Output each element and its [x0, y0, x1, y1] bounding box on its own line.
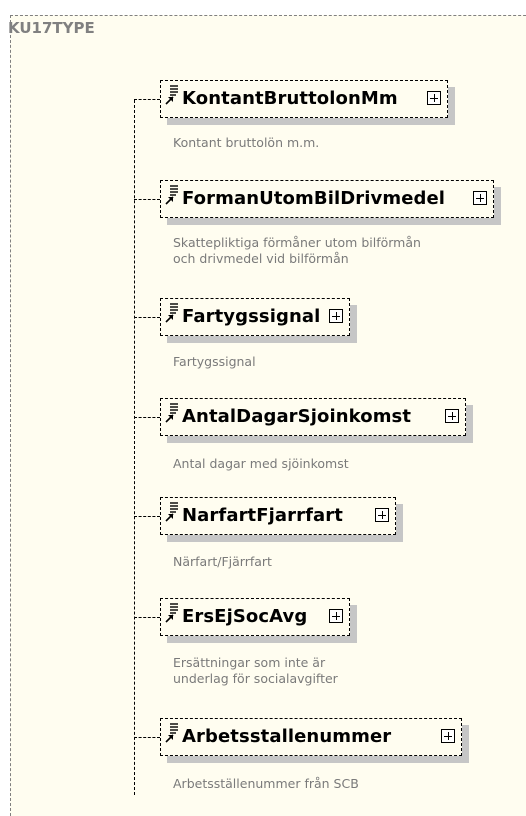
- expand-icon[interactable]: [427, 91, 441, 105]
- element-name: Fartygssignal: [182, 306, 321, 327]
- description-line: och drivmedel vid bilförmån: [173, 251, 349, 266]
- connector-branch: [134, 516, 160, 517]
- element-name: ErsEjSocAvg: [182, 606, 308, 627]
- element-annotation-icon: [164, 84, 182, 110]
- element-name: FormanUtomBilDrivmedel: [182, 188, 446, 209]
- element-description: Ersättningar som inte är underlag för soc…: [173, 655, 338, 687]
- expand-icon[interactable]: [445, 409, 459, 423]
- element-description: Antal dagar med sjöinkomst: [173, 456, 349, 472]
- description-line: Kontant bruttolön m.m.: [173, 135, 320, 150]
- expand-icon[interactable]: [329, 309, 343, 323]
- element-description: Kontant bruttolön m.m.: [173, 135, 319, 151]
- connector-branch: [134, 99, 160, 100]
- connector-branch: [134, 417, 160, 418]
- element-annotation-icon: [164, 302, 182, 328]
- connector-branch: [134, 737, 160, 738]
- sequence-connector: [134, 100, 135, 795]
- element-annotation-icon: [164, 722, 182, 748]
- element-annotation-icon: [164, 402, 182, 428]
- element-annotation-icon: [164, 184, 182, 210]
- element-annotation-icon: [164, 602, 182, 628]
- expand-icon[interactable]: [375, 508, 389, 522]
- element-box[interactable]: NarfartFjarrfart: [160, 497, 396, 535]
- connector-branch: [134, 199, 160, 200]
- element-box[interactable]: FormanUtomBilDrivmedel: [160, 180, 494, 218]
- element-name: KontantBruttolonMm: [182, 88, 398, 109]
- element-box[interactable]: ErsEjSocAvg: [160, 598, 350, 636]
- element-description: Närfart/Fjärrfart: [173, 554, 272, 570]
- element-description: Fartygssignal: [173, 354, 256, 370]
- element-description: Arbetsställenummer från SCB: [173, 776, 359, 792]
- description-line: underlag för socialavgifter: [173, 671, 338, 686]
- description-line: Skattepliktiga förmåner utom bilförmån: [173, 235, 421, 250]
- element-annotation-icon: [164, 501, 182, 527]
- expand-icon[interactable]: [473, 191, 487, 205]
- element-name: Arbetsstallenummer: [182, 726, 392, 747]
- description-line: Arbetsställenummer från SCB: [173, 776, 359, 791]
- element-box[interactable]: Fartygssignal: [160, 298, 350, 336]
- description-line: Ersättningar som inte är: [173, 655, 326, 670]
- connector-branch: [134, 317, 160, 318]
- element-box[interactable]: AntalDagarSjoinkomst: [160, 398, 466, 436]
- description-line: Fartygssignal: [173, 354, 256, 369]
- description-line: Närfart/Fjärrfart: [173, 554, 272, 569]
- element-box[interactable]: Arbetsstallenummer: [160, 718, 462, 756]
- complex-type-title: KU17TYPE: [8, 19, 95, 37]
- expand-icon[interactable]: [441, 729, 455, 743]
- expand-icon[interactable]: [329, 609, 343, 623]
- element-box[interactable]: KontantBruttolonMm: [160, 80, 448, 118]
- element-description: Skattepliktiga förmåner utom bilförmån oc…: [173, 235, 421, 267]
- element-name: AntalDagarSjoinkomst: [182, 406, 412, 427]
- description-line: Antal dagar med sjöinkomst: [173, 456, 349, 471]
- element-name: NarfartFjarrfart: [182, 505, 343, 526]
- connector-branch: [134, 617, 160, 618]
